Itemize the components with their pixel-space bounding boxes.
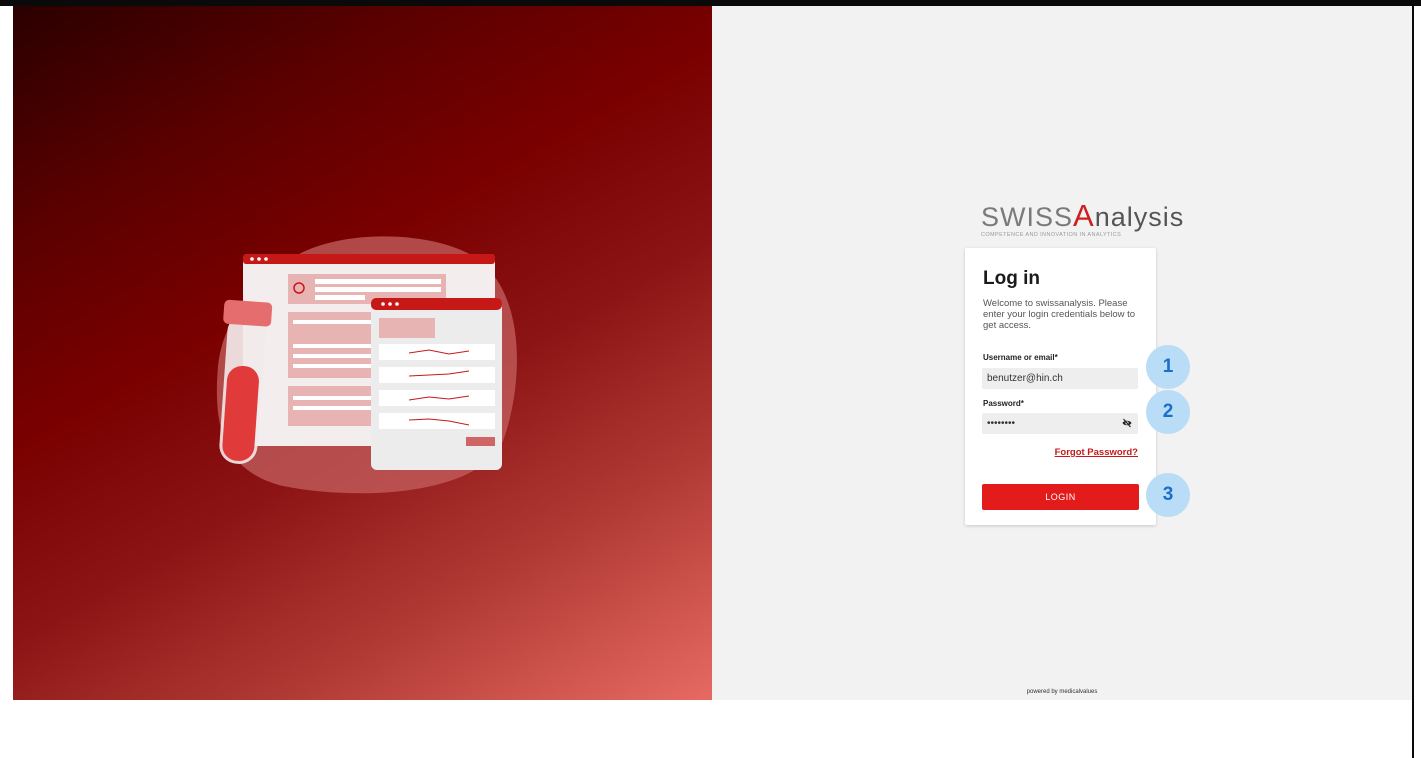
username-label: Username or email* bbox=[983, 353, 1058, 362]
window-right-border bbox=[1412, 0, 1414, 758]
login-title: Log in bbox=[983, 268, 1040, 289]
login-button[interactable]: LOGIN bbox=[982, 484, 1139, 510]
swissanalysis-logo: SWISS Analysis COMPETENCE AND INNOVATION … bbox=[981, 198, 1183, 238]
footer-powered-by: powered by medicalvalues bbox=[1026, 689, 1098, 695]
logo-word-prefix: SWISS bbox=[981, 202, 1074, 232]
step-badge-2: 2 bbox=[1146, 390, 1190, 434]
step-badge-1: 1 bbox=[1146, 345, 1190, 389]
forgot-password-link[interactable]: Forgot Password? bbox=[1055, 447, 1138, 458]
lab-illustration bbox=[216, 236, 517, 494]
password-value: •••••••• bbox=[987, 418, 1016, 429]
logo-tagline: COMPETENCE AND INNOVATION IN ANALYTICS bbox=[981, 232, 1122, 238]
step-badge-3: 3 bbox=[1146, 473, 1190, 517]
username-input[interactable] bbox=[982, 368, 1138, 389]
eye-slash-icon[interactable] bbox=[1122, 418, 1132, 428]
password-label: Password* bbox=[983, 399, 1024, 408]
logo-wordmark: SWISS Analysis bbox=[981, 198, 1183, 234]
hero-panel bbox=[13, 6, 712, 700]
logo-word-a: A bbox=[1073, 198, 1095, 233]
logo-word-rest: nalysis bbox=[1094, 202, 1185, 232]
password-input[interactable]: •••••••• bbox=[982, 413, 1138, 434]
login-panel: SWISS Analysis COMPETENCE AND INNOVATION … bbox=[712, 6, 1412, 700]
login-description: Welcome to swissanalysis. Please enter y… bbox=[983, 298, 1136, 331]
login-card: Log in Welcome to swissanalysis. Please … bbox=[965, 248, 1156, 525]
